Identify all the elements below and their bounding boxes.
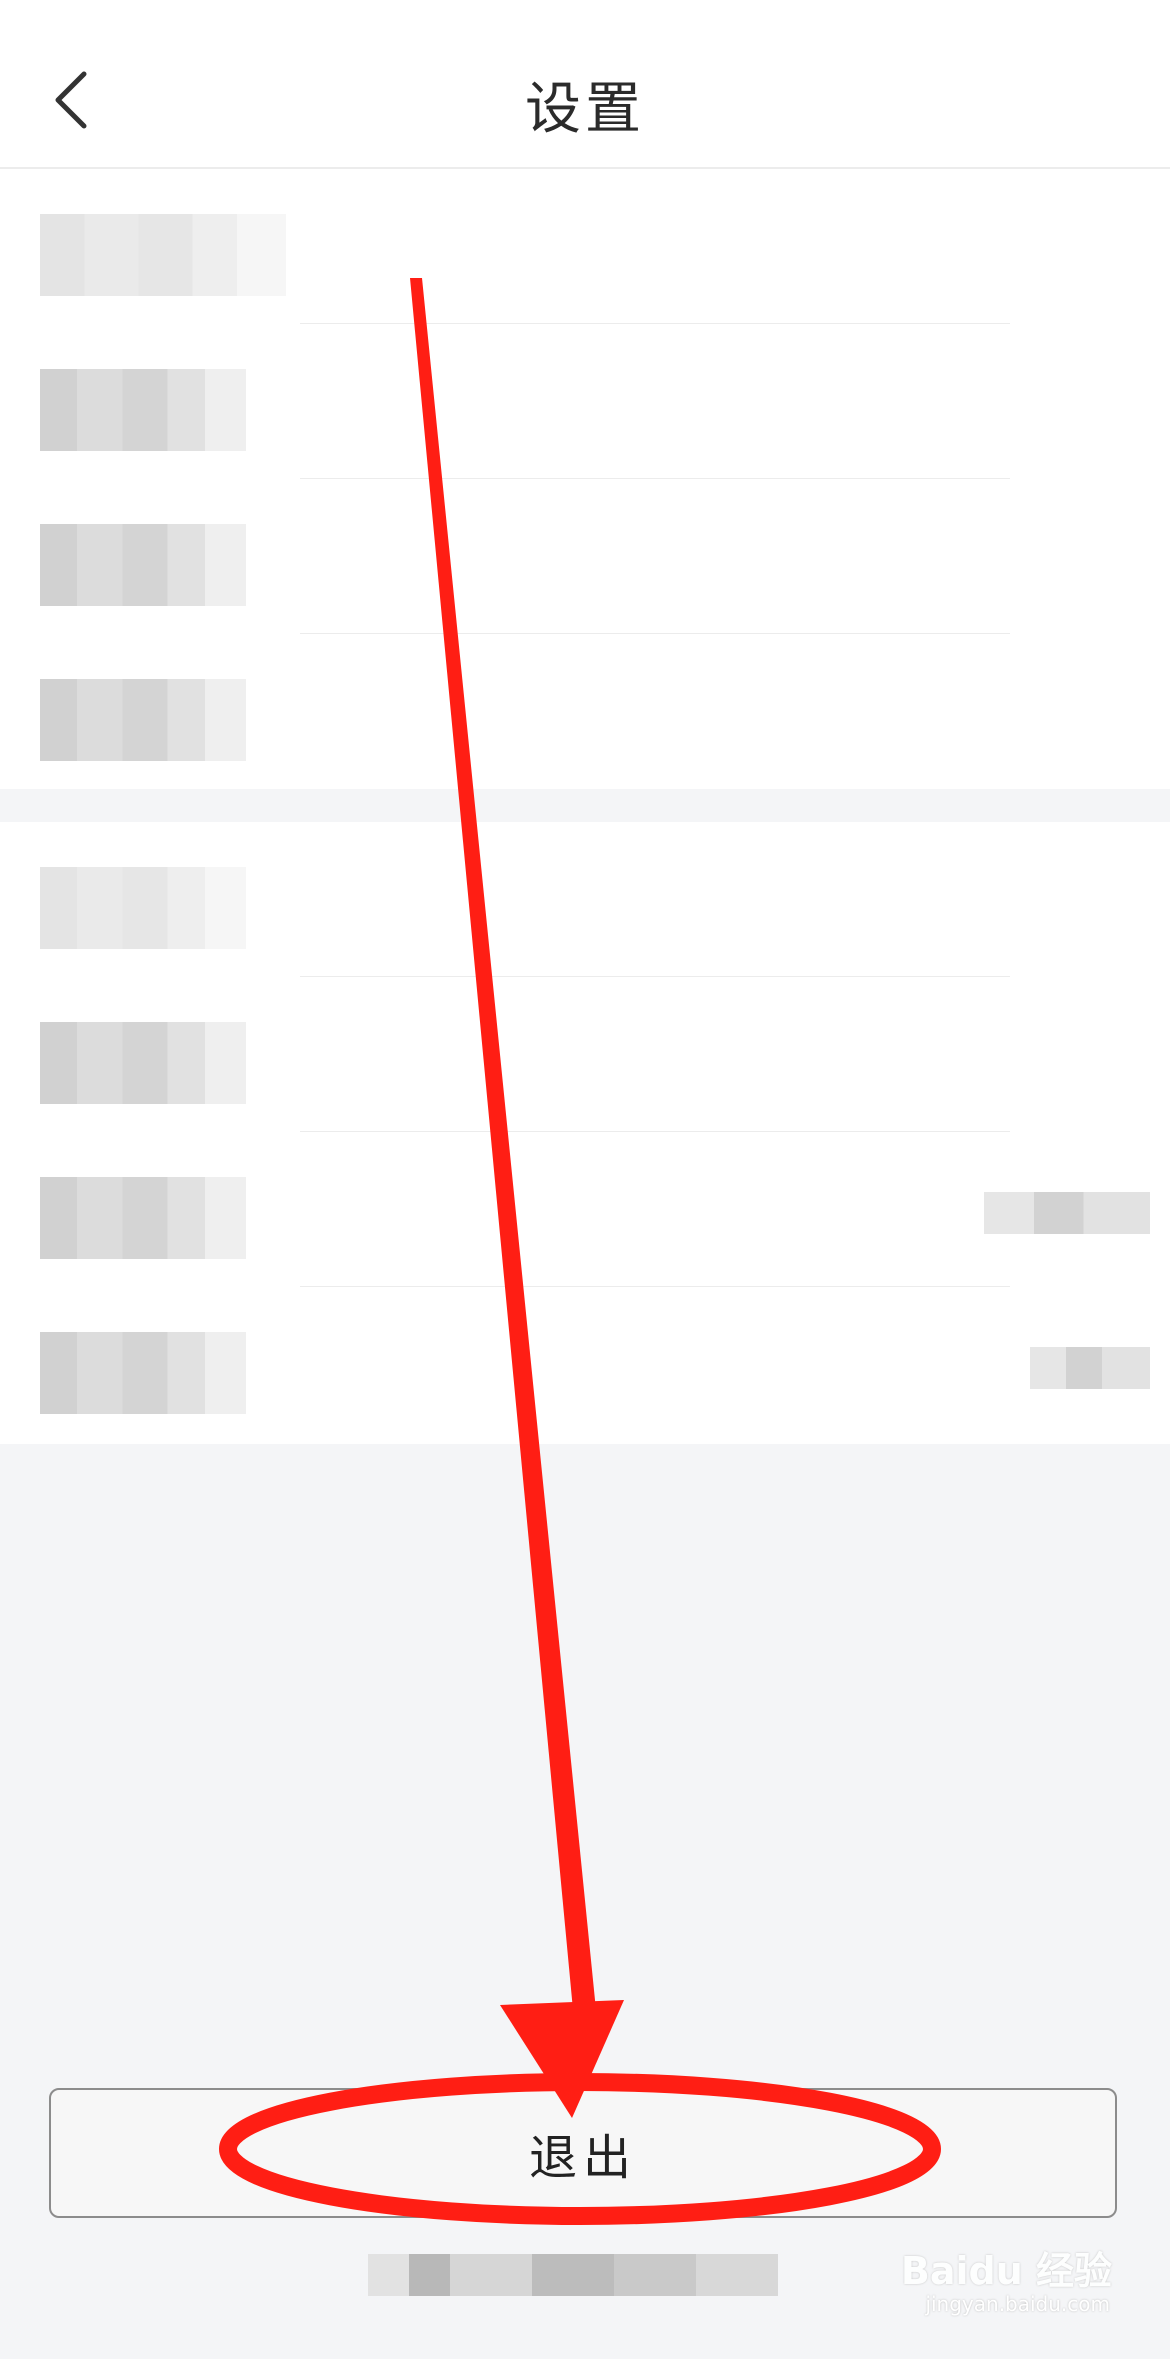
blurred-label [40, 679, 246, 761]
blurred-label [40, 1332, 246, 1414]
blurred-label [40, 1022, 246, 1104]
settings-row[interactable] [0, 634, 1170, 789]
settings-row[interactable] [0, 1287, 1170, 1442]
settings-group-1 [0, 169, 1170, 789]
blurred-label [40, 214, 286, 296]
blurred-label [40, 369, 246, 451]
settings-group-2 [0, 822, 1170, 1444]
watermark-logo: Baidu 经验 [900, 2249, 1112, 2293]
watermark-url: jingyan.baidu.com [925, 2292, 1110, 2316]
blurred-caption [368, 2254, 778, 2296]
settings-row[interactable] [0, 479, 1170, 634]
blurred-label [40, 1177, 246, 1259]
page-title: 设置 [525, 77, 645, 142]
blurred-label [40, 867, 246, 949]
header-bar: 设置 [0, 0, 1170, 169]
logout-button[interactable]: 退出 [49, 2088, 1117, 2218]
blurred-value [984, 1192, 1150, 1234]
settings-row[interactable] [0, 169, 1170, 324]
blurred-value [1030, 1347, 1150, 1389]
settings-row[interactable] [0, 1132, 1170, 1287]
settings-row[interactable] [0, 977, 1170, 1132]
settings-row[interactable] [0, 822, 1170, 977]
settings-row[interactable] [0, 324, 1170, 479]
blurred-label [40, 524, 246, 606]
